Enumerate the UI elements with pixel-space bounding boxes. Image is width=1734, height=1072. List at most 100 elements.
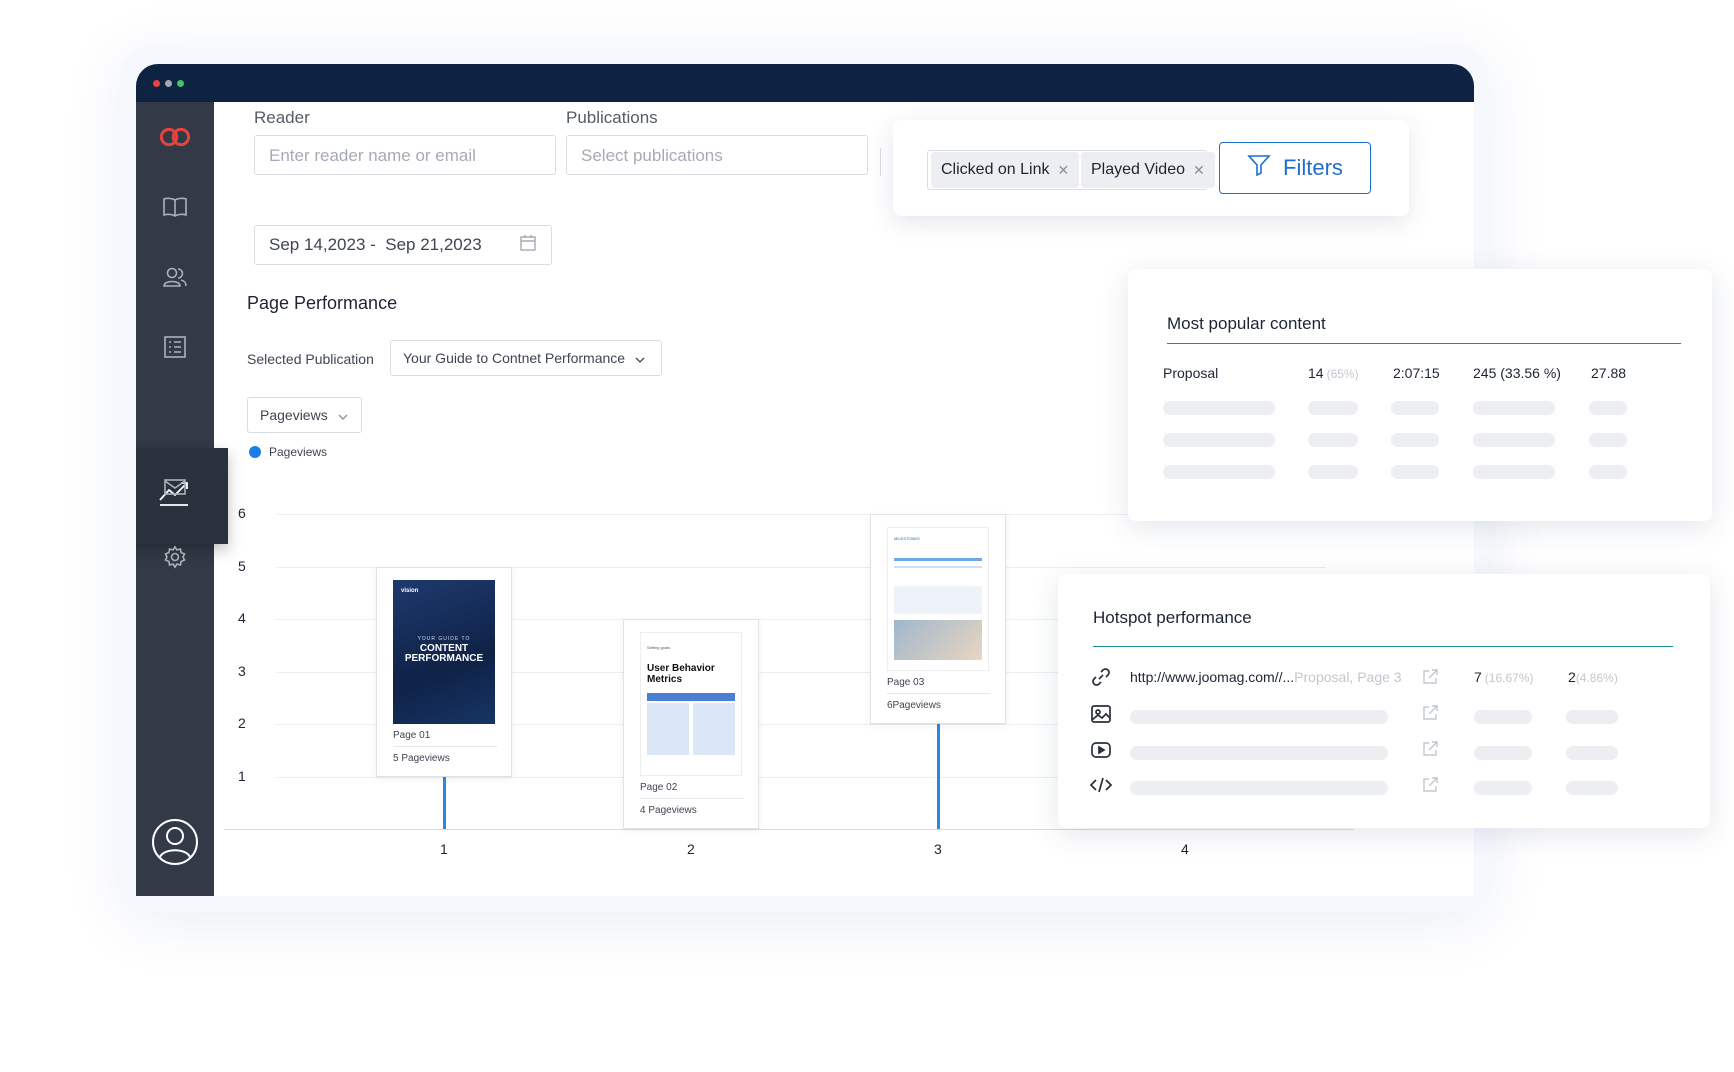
card-divider <box>393 745 497 747</box>
skeleton-row <box>1391 433 1439 447</box>
divider <box>880 148 881 176</box>
window-maximize-dot[interactable] <box>177 80 184 87</box>
metric-select[interactable]: Pageviews <box>247 397 362 433</box>
count-pct: (65%) <box>1326 367 1359 381</box>
filters-button[interactable]: Filters <box>1219 142 1371 194</box>
selected-publication-label: Selected Publication <box>247 351 374 367</box>
count-value: 14 <box>1308 365 1324 381</box>
cover-title-line: Metrics <box>647 674 683 685</box>
external-link-icon[interactable] <box>1421 740 1439 763</box>
card-divider <box>887 693 991 694</box>
link-icon <box>1090 666 1112 693</box>
skeleton-row <box>1474 746 1532 760</box>
popular-title: Most popular content <box>1167 314 1326 333</box>
logo-icon[interactable] <box>158 120 192 154</box>
page-thumbnail-card[interactable]: Setting goals User Behavior Metrics Page 02… <box>623 619 759 829</box>
date-range-input[interactable]: Sep 14,2023 - Sep 21,2023 <box>254 225 552 265</box>
hotspot-row[interactable]: http://www.joomag.com//...Proposal, Page… <box>1130 669 1402 685</box>
popular-row-name[interactable]: Proposal <box>1163 365 1218 381</box>
skeleton-row <box>1566 781 1618 795</box>
skeleton-row <box>1566 746 1618 760</box>
active-filters-card: Clicked on Link ✕ Played Video ✕ Filters <box>893 120 1409 216</box>
window-close-dot[interactable] <box>153 80 160 87</box>
skeleton-row <box>1473 465 1555 479</box>
publications-input[interactable]: Select publications <box>566 135 868 175</box>
profile-icon[interactable] <box>151 818 199 871</box>
cover-bar <box>894 558 982 561</box>
filter-chip-clicked-link[interactable]: Clicked on Link ✕ <box>931 152 1080 188</box>
skeleton-row <box>1474 781 1532 795</box>
popular-row-views: 245 (33.56 %) <box>1473 365 1561 381</box>
close-icon[interactable]: ✕ <box>1058 162 1070 179</box>
popular-title-underline <box>1167 343 1681 344</box>
book-icon[interactable] <box>158 190 192 224</box>
x-tick-label: 2 <box>687 841 695 857</box>
settings-icon[interactable] <box>158 540 192 574</box>
skeleton-row <box>1589 433 1627 447</box>
chip-label: Clicked on Link <box>941 161 1050 178</box>
close-icon[interactable]: ✕ <box>1193 162 1205 179</box>
sidebar <box>136 102 228 896</box>
page-label: Page 01 <box>393 729 431 741</box>
skeleton-row <box>1163 401 1275 415</box>
x-tick-label: 4 <box>1181 841 1189 857</box>
cover-title: User Behavior Metrics <box>647 663 715 685</box>
users-icon[interactable] <box>158 260 192 294</box>
page-views-label: 4 Pageviews <box>640 805 697 816</box>
page-thumbnail-card[interactable]: MILESTONES Page 03 6Pageviews <box>870 514 1006 724</box>
hotspot-url[interactable]: http://www.joomag.com//... <box>1130 669 1294 685</box>
filter-chip-played-video[interactable]: Played Video ✕ <box>1081 152 1215 188</box>
publication-select[interactable]: Your Guide to Contnet Performance <box>390 340 662 376</box>
page-views-label: 5 Pageviews <box>393 752 450 764</box>
skeleton-row <box>1130 781 1388 795</box>
bar-stem <box>443 776 446 829</box>
unique-pct: (4.86%) <box>1575 671 1618 685</box>
chevron-down-icon <box>635 350 645 366</box>
y-tick-label: 4 <box>238 610 246 626</box>
external-link-icon[interactable] <box>1421 668 1439 691</box>
hotspot-performance-card: Hotspot performance http://www.joomag.co… <box>1058 574 1710 828</box>
y-tick-label: 6 <box>238 505 246 521</box>
popular-row-score: 27.88 <box>1591 365 1627 381</box>
cover-bar <box>647 693 735 701</box>
cover-bar <box>894 566 982 568</box>
popular-row-count: 14 (65%) <box>1308 365 1359 381</box>
page-thumbnail: vision YOUR GUIDE TO CONTENT PERFORMANCE <box>393 579 495 724</box>
metric-select-value: Pageviews <box>260 407 328 423</box>
legend-swatch <box>249 446 261 458</box>
skeleton-row <box>1308 433 1358 447</box>
mail-icon[interactable] <box>158 470 192 504</box>
video-icon <box>1090 741 1112 764</box>
page-thumbnail-card[interactable]: vision YOUR GUIDE TO CONTENT PERFORMANCE Pag… <box>376 566 512 777</box>
cover-photo <box>894 620 982 660</box>
y-tick-label: 2 <box>238 715 246 731</box>
skeleton-row <box>1130 746 1388 760</box>
page-thumbnail: Setting goals User Behavior Metrics <box>640 632 742 776</box>
cover-block <box>647 703 689 755</box>
unique-value: 2 <box>1568 669 1576 685</box>
external-link-icon[interactable] <box>1421 704 1439 727</box>
card-divider <box>640 798 744 799</box>
page-label: Page 03 <box>887 677 925 688</box>
reader-label: Reader <box>254 108 310 127</box>
x-tick-label: 3 <box>934 841 942 857</box>
page-label: Page 02 <box>640 782 678 793</box>
calendar-icon <box>519 234 537 257</box>
filter-icon <box>1247 154 1271 182</box>
cover-title-line: User Behavior <box>647 663 715 674</box>
date-range-text: Sep 14,2023 - Sep 21,2023 <box>269 235 482 254</box>
window-minimize-dot[interactable] <box>165 80 172 87</box>
cover-title-line: PERFORMANCE <box>404 652 484 664</box>
brand-mark: vision <box>401 587 419 594</box>
hotspot-title-underline <box>1093 646 1673 647</box>
list-icon[interactable] <box>158 330 192 364</box>
skeleton-row <box>1163 465 1275 479</box>
skeleton-row <box>1473 401 1555 415</box>
reader-input[interactable]: Enter reader name or email <box>254 135 556 175</box>
skeleton-row <box>1473 433 1555 447</box>
skeleton-row <box>1163 433 1275 447</box>
chip-label: Played Video <box>1091 161 1185 178</box>
external-link-icon[interactable] <box>1421 776 1439 799</box>
y-tick-label: 1 <box>238 767 246 784</box>
page-performance-title: Page Performance <box>247 293 398 313</box>
